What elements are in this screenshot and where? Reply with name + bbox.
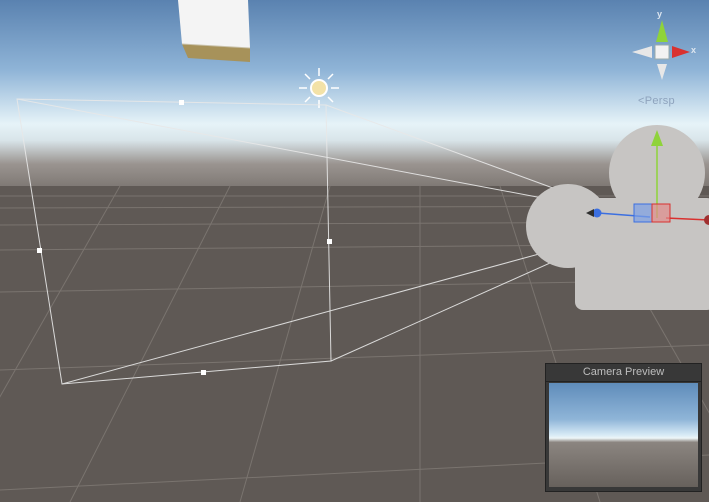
projection-mode-label: Persp: [644, 95, 675, 107]
scene-view[interactable]: y x <Persp Camera Preview: [0, 0, 709, 502]
gizmo-y-label: y: [657, 9, 663, 19]
perspective-chevron-icon: <: [638, 95, 645, 107]
plane-handle-xz[interactable]: [633, 203, 653, 223]
frustum-handle-top[interactable]: [179, 100, 184, 105]
camera-preview-viewport: [549, 383, 698, 487]
plane-handle-xy[interactable]: [651, 203, 671, 223]
cube[interactable]: [178, 0, 251, 62]
camera-preview-title: Camera Preview: [546, 364, 701, 382]
camera-preview-panel: Camera Preview: [545, 363, 702, 492]
sun-icon[interactable]: [299, 68, 339, 108]
skybox: [0, 0, 709, 200]
projection-toggle[interactable]: <Persp: [638, 95, 675, 107]
cube-face-front: [178, 0, 250, 48]
frustum-handle-right[interactable]: [327, 239, 332, 244]
frustum-handle-bottom[interactable]: [201, 370, 206, 375]
gizmo-center-cube[interactable]: [654, 44, 670, 60]
frustum-handle-left[interactable]: [37, 248, 42, 253]
gizmo-x-label: x: [691, 45, 697, 55]
